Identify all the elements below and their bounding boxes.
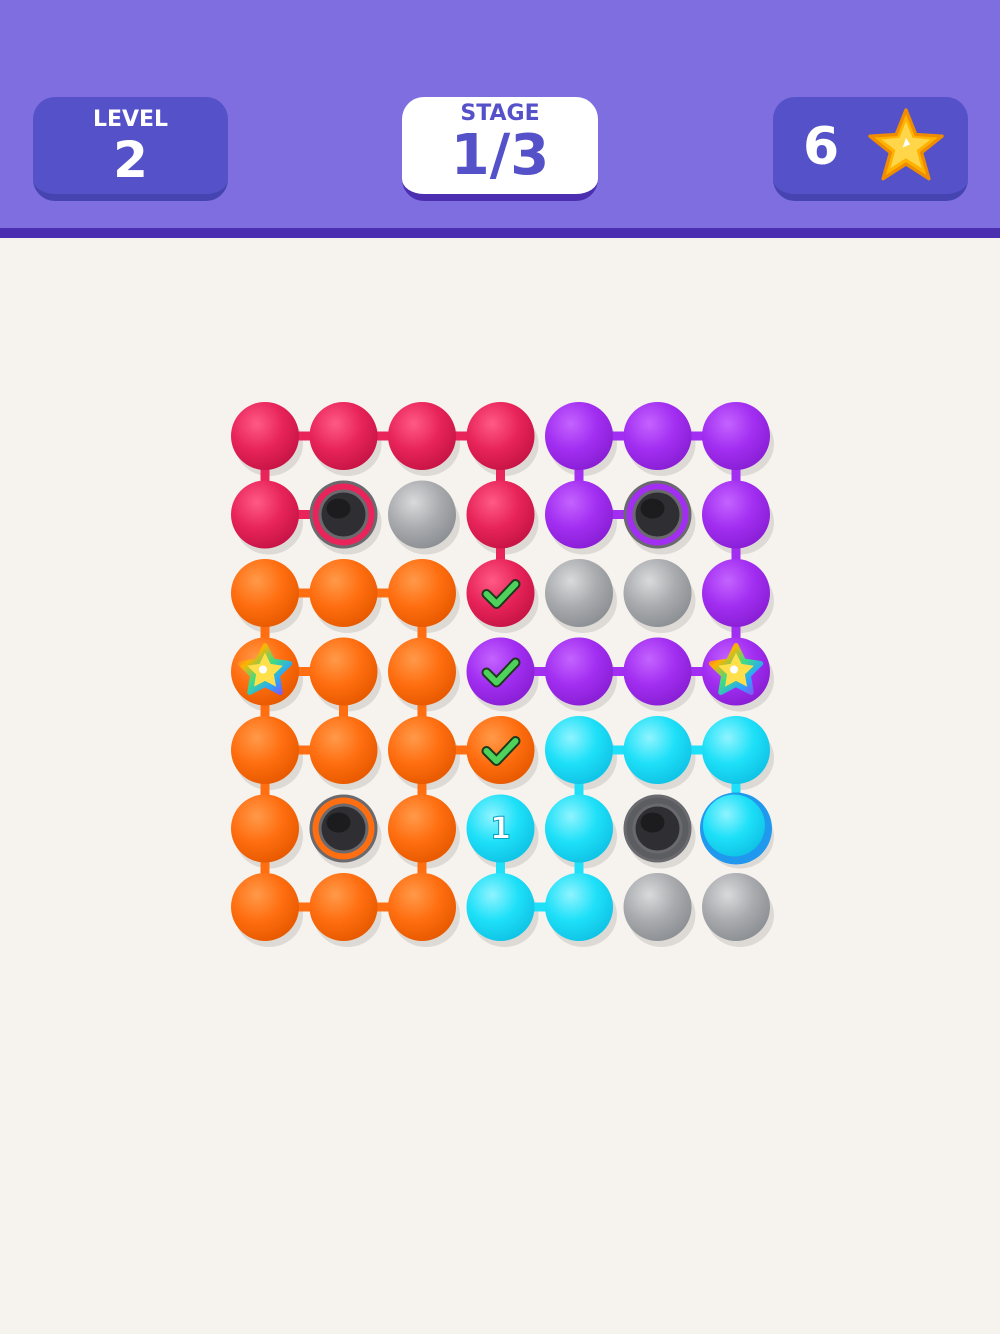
- orange-ball[interactable]: [388, 873, 456, 941]
- hole-shade: [326, 812, 351, 833]
- game-board: 1: [231, 402, 774, 947]
- hole-shade: [326, 498, 351, 519]
- red-ball[interactable]: [388, 402, 456, 470]
- red-link: [260, 431, 505, 598]
- red-ball[interactable]: [309, 402, 378, 470]
- purple-ball[interactable]: [545, 402, 613, 470]
- orange-ball[interactable]: [309, 637, 378, 706]
- cyan-ball[interactable]: [545, 794, 613, 863]
- red-ball[interactable]: [466, 480, 535, 549]
- selected-cyan-ball[interactable]: [703, 794, 765, 857]
- purple-link: [496, 431, 741, 676]
- purple-ball[interactable]: [545, 637, 613, 706]
- red-ball[interactable]: [231, 480, 299, 549]
- orange-ball[interactable]: [231, 794, 299, 863]
- hole-shade: [640, 812, 665, 833]
- purple-ball[interactable]: [545, 480, 613, 549]
- cyan-ball[interactable]: [623, 716, 692, 784]
- orange-ball[interactable]: [388, 794, 456, 863]
- purple-ball[interactable]: [702, 559, 770, 627]
- cyan-ball[interactable]: [545, 873, 613, 941]
- orange-ball[interactable]: [309, 873, 378, 941]
- orange-ball[interactable]: [231, 559, 299, 627]
- cyan-ball[interactable]: [545, 716, 613, 784]
- gray-ball[interactable]: [388, 480, 456, 549]
- red-ball[interactable]: [231, 402, 299, 470]
- purple-ball[interactable]: [623, 637, 692, 706]
- orange-ball[interactable]: [388, 716, 456, 784]
- rainbow-star-shine: [730, 665, 738, 674]
- cyan-ball[interactable]: [702, 716, 770, 784]
- rainbow-star-shine: [259, 665, 267, 674]
- red-ball[interactable]: [466, 402, 535, 470]
- orange-ball[interactable]: [231, 716, 299, 784]
- gray-ball[interactable]: [623, 559, 692, 627]
- orange-ball[interactable]: [388, 637, 456, 706]
- orange-ball[interactable]: [388, 559, 456, 627]
- orange-ball[interactable]: [309, 716, 378, 784]
- purple-ball[interactable]: [702, 402, 770, 470]
- gray-ball[interactable]: [623, 873, 692, 941]
- purple-ball[interactable]: [623, 402, 692, 470]
- purple-ball[interactable]: [702, 480, 770, 549]
- orange-ball[interactable]: [309, 559, 378, 627]
- gray-ball[interactable]: [702, 873, 770, 941]
- gray-ball[interactable]: [545, 559, 613, 627]
- ball-number-label: 1: [490, 812, 511, 847]
- orange-ball[interactable]: [231, 873, 299, 941]
- cyan-ball[interactable]: [466, 873, 535, 941]
- hole-shade: [640, 498, 665, 519]
